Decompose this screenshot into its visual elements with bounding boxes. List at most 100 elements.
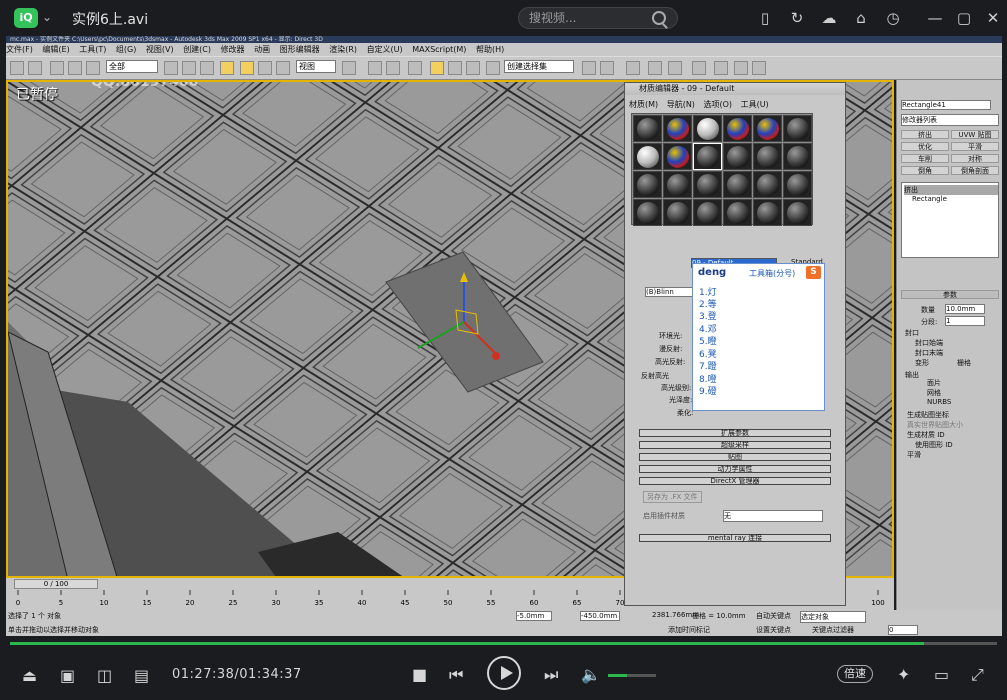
screenshot-icon[interactable]: ◫ bbox=[97, 666, 112, 685]
modifier-button[interactable]: 倒角剖面 bbox=[951, 166, 999, 175]
bind-icon[interactable] bbox=[86, 61, 100, 75]
mated-menu-options[interactable]: 选项(O) bbox=[703, 100, 732, 109]
pivot-icon[interactable] bbox=[342, 61, 356, 75]
sample-slot[interactable] bbox=[723, 199, 752, 226]
menu-edit[interactable]: 编辑(E) bbox=[42, 44, 69, 55]
reference-coord-combo[interactable]: 视图 bbox=[296, 60, 336, 73]
eject-icon[interactable]: ⏏ bbox=[22, 666, 37, 685]
search-box[interactable] bbox=[518, 7, 678, 29]
gen-map-checkbox[interactable]: 生成贴图坐标 bbox=[907, 410, 949, 420]
sample-slot[interactable] bbox=[783, 171, 812, 198]
material-editor-icon[interactable] bbox=[692, 61, 706, 75]
sample-slot[interactable] bbox=[663, 199, 692, 226]
sample-slot-selected[interactable] bbox=[693, 143, 722, 170]
menu-graph-editors[interactable]: 图形编辑器 bbox=[280, 44, 320, 55]
modifier-button[interactable]: 对称 bbox=[951, 154, 999, 163]
enable-plugin-checkbox[interactable]: 启用插件材质 bbox=[643, 511, 685, 521]
key-filters-button[interactable]: 关键点过滤器 bbox=[812, 625, 854, 635]
sample-slot[interactable] bbox=[663, 171, 692, 198]
menu-animation[interactable]: 动画 bbox=[254, 44, 270, 55]
extended-params-rollout[interactable]: 扩展参数 bbox=[639, 429, 831, 437]
sample-slot[interactable] bbox=[753, 115, 782, 142]
modifier-button[interactable]: 优化 bbox=[901, 142, 949, 151]
rotate-icon[interactable] bbox=[258, 61, 272, 75]
sample-slot[interactable] bbox=[753, 199, 782, 226]
modifier-button[interactable]: UVW 贴图 bbox=[951, 130, 999, 139]
render-frame-icon[interactable] bbox=[734, 61, 748, 75]
fullscreen-icon[interactable]: ⤢ bbox=[971, 665, 984, 685]
render-setup-icon[interactable] bbox=[714, 61, 728, 75]
schematic-view-icon[interactable] bbox=[668, 61, 682, 75]
minimize-icon[interactable]: — bbox=[926, 9, 944, 27]
cap-start-checkbox[interactable]: 封口始端 bbox=[915, 338, 943, 348]
ime-candidate[interactable]: 5.瞪 bbox=[699, 334, 717, 347]
shader-combo[interactable]: (B)Blinn bbox=[645, 287, 693, 297]
patch-radio[interactable]: 面片 bbox=[927, 378, 941, 388]
chevron-down-icon[interactable]: ⌄ bbox=[42, 10, 52, 24]
volume-icon[interactable]: 🔈 bbox=[581, 665, 601, 684]
modifier-stack[interactable]: 挤出 Rectangle bbox=[901, 182, 999, 258]
menu-rendering[interactable]: 渲染(R) bbox=[329, 44, 357, 55]
subtitle-icon[interactable]: ▣ bbox=[60, 666, 75, 685]
edit-named-sel-icon[interactable] bbox=[486, 61, 500, 75]
redo-icon[interactable] bbox=[28, 61, 42, 75]
move-icon[interactable] bbox=[240, 61, 254, 75]
window-crossing-icon[interactable] bbox=[220, 61, 234, 75]
sample-slot[interactable] bbox=[693, 171, 722, 198]
menu-help[interactable]: 帮助(H) bbox=[476, 44, 504, 55]
mated-menu-utilities[interactable]: 工具(U) bbox=[741, 100, 769, 109]
cloud-icon[interactable]: ☁ bbox=[820, 9, 838, 27]
ime-toolbox-label[interactable]: 工具箱(分号) bbox=[749, 268, 795, 279]
sample-slot[interactable] bbox=[783, 115, 812, 142]
use-shape-id-checkbox[interactable]: 使用图形 ID bbox=[915, 440, 953, 450]
toolbox-icon[interactable]: ▭ bbox=[934, 665, 949, 684]
sample-slot[interactable] bbox=[753, 143, 782, 170]
gen-mat-id-checkbox[interactable]: 生成材质 ID bbox=[907, 430, 945, 440]
segments-input[interactable]: 1 bbox=[945, 316, 985, 326]
modifier-button[interactable]: 平滑 bbox=[951, 142, 999, 151]
stop-icon[interactable]: ■ bbox=[412, 665, 427, 684]
sample-slot[interactable] bbox=[783, 143, 812, 170]
smooth-checkbox[interactable]: 平滑 bbox=[907, 450, 921, 460]
select-icon[interactable] bbox=[164, 61, 178, 75]
percent-snap-icon[interactable] bbox=[448, 61, 462, 75]
menu-tools[interactable]: 工具(T) bbox=[79, 44, 106, 55]
select-by-name-icon[interactable] bbox=[182, 61, 196, 75]
align-icon[interactable] bbox=[600, 61, 614, 75]
named-selection-combo[interactable]: 创建选择集 bbox=[504, 60, 574, 73]
sample-slot[interactable] bbox=[723, 143, 752, 170]
current-frame-input[interactable]: 0 bbox=[888, 625, 918, 635]
menu-customize[interactable]: 自定义(U) bbox=[367, 44, 403, 55]
morph-radio[interactable]: 变形 bbox=[915, 358, 929, 368]
scale-icon[interactable] bbox=[276, 61, 290, 75]
keyboard-shortcut-icon[interactable] bbox=[386, 61, 400, 75]
sample-slot[interactable] bbox=[633, 171, 662, 198]
app-logo[interactable]: iQ bbox=[14, 8, 38, 28]
snap-icon[interactable] bbox=[408, 61, 422, 75]
modifier-button[interactable]: 车削 bbox=[901, 154, 949, 163]
stack-item-extrude[interactable]: 挤出 bbox=[904, 185, 998, 195]
ime-candidate[interactable]: 9.磴 bbox=[699, 384, 717, 397]
spinner-snap-icon[interactable] bbox=[466, 61, 480, 75]
search-input[interactable] bbox=[529, 10, 649, 26]
sample-slot[interactable] bbox=[783, 199, 812, 226]
dynamics-rollout[interactable]: 动力学属性 bbox=[639, 465, 831, 473]
add-time-tag[interactable]: 添加时间标记 bbox=[668, 625, 710, 635]
save-fx-button[interactable]: 另存为 .FX 文件 bbox=[643, 491, 702, 503]
selection-filter-combo[interactable]: 全部 bbox=[106, 60, 158, 73]
sample-slot[interactable] bbox=[753, 171, 782, 198]
menu-group[interactable]: 组(G) bbox=[116, 44, 136, 55]
undo-icon[interactable] bbox=[10, 61, 24, 75]
object-name-field[interactable]: Rectangle41 bbox=[901, 100, 991, 110]
maps-rollout[interactable]: 贴图 bbox=[639, 453, 831, 461]
directx-manager-rollout[interactable]: DirectX 管理器 bbox=[639, 477, 831, 485]
modifier-list-combo[interactable]: 修改器列表 bbox=[901, 114, 999, 126]
sample-slot[interactable] bbox=[663, 115, 692, 142]
sample-slot[interactable] bbox=[693, 199, 722, 226]
modifier-button[interactable]: 倒角 bbox=[901, 166, 949, 175]
grid-radio[interactable]: 栅格 bbox=[957, 358, 971, 368]
nurbs-radio[interactable]: NURBS bbox=[927, 398, 951, 406]
menu-create[interactable]: 创建(C) bbox=[183, 44, 211, 55]
plugin-combo[interactable]: 无 bbox=[723, 510, 823, 522]
region-icon[interactable] bbox=[200, 61, 214, 75]
